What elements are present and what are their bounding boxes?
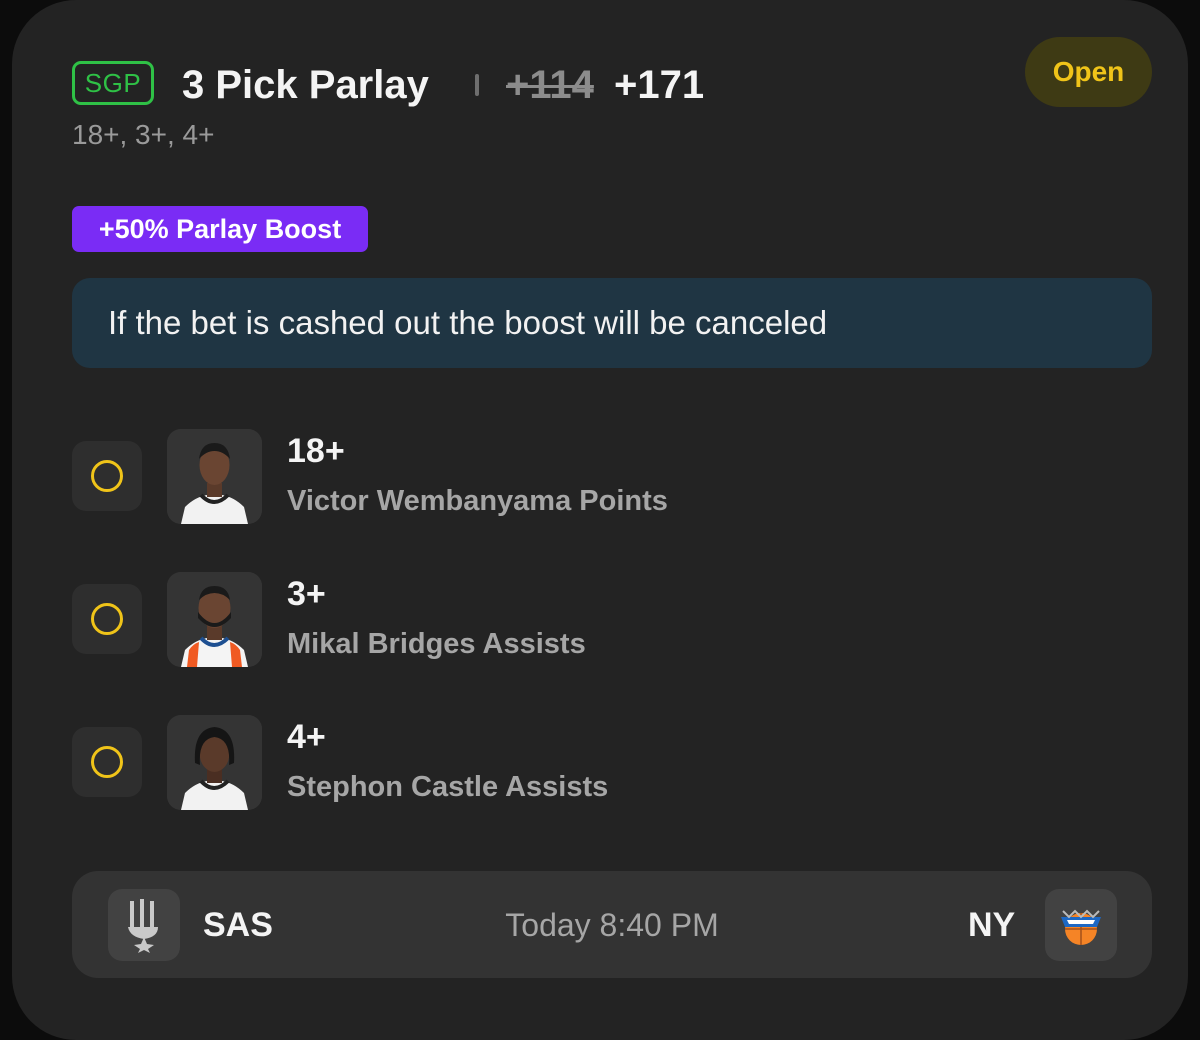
cashout-notice-text: If the bet is cashed out the boost will … [108,304,828,341]
leg-market: Mikal Bridges Assists [287,628,586,660]
boosted-odds: +171 [614,63,705,107]
legs-summary: 18+, 3+, 4+ [72,119,215,150]
bet-leg[interactable]: 4+ Stephon Castle Assists [72,715,1152,815]
title-divider [475,74,479,96]
leg-status-radio[interactable] [72,727,142,797]
leg-status-radio[interactable] [72,584,142,654]
leg-line: 3+ [287,575,326,613]
sgp-badge: SGP [72,61,154,105]
leg-market: Stephon Castle Assists [287,771,609,803]
pending-circle-icon [91,460,123,492]
pending-circle-icon [91,746,123,778]
home-team: NY [968,906,1016,944]
player-headshot [167,715,262,810]
original-odds: +114 [506,63,594,107]
pending-circle-icon [91,603,123,635]
bet-leg[interactable]: 18+ Victor Wembanyama Points [72,429,1152,529]
leg-status-radio[interactable] [72,441,142,511]
game-info-bar[interactable]: SAS Today 8:40 PM NY [72,871,1152,978]
bet-title: 3 Pick Parlay [182,63,429,107]
leg-line: 18+ [287,432,345,470]
parlay-boost-tag: +50% Parlay Boost [72,206,368,252]
cashout-notice: If the bet is cashed out the boost will … [72,278,1152,368]
bet-leg[interactable]: 3+ Mikal Bridges Assists [72,572,1152,672]
player-headshot [167,429,262,524]
leg-market: Victor Wembanyama Points [287,485,668,517]
bet-card[interactable]: SGP 3 Pick Parlay +114 +171 18+, 3+, 4+ … [12,0,1188,1040]
leg-line: 4+ [287,718,326,756]
knicks-logo-icon [1045,889,1117,961]
status-badge: Open [1025,37,1152,107]
player-headshot [167,572,262,667]
